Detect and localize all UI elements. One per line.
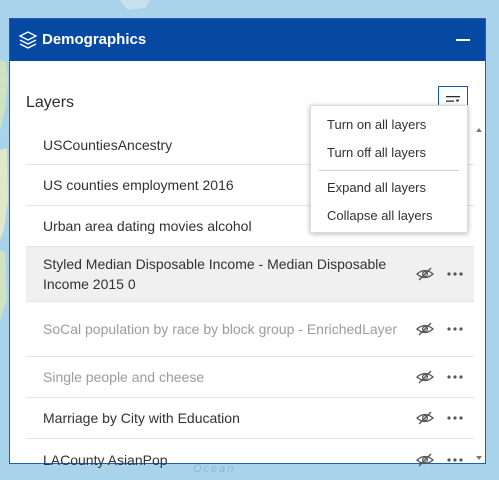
eye-off-icon[interactable] (416, 410, 434, 426)
layer-row-tools (416, 266, 466, 282)
menu-item-turn-off-all[interactable]: Turn off all layers (327, 145, 426, 161)
more-options-icon[interactable] (446, 415, 464, 421)
panel-header[interactable]: Demographics (10, 19, 485, 61)
menu-item-expand-all[interactable]: Expand all layers (327, 180, 426, 196)
layer-row[interactable]: LACounty AsianPop (26, 439, 474, 480)
layer-row[interactable]: SoCal population by race by block group … (26, 302, 474, 357)
scroll-up-arrow-icon[interactable] (476, 128, 482, 132)
layer-label: Marriage by City with Education (43, 410, 240, 426)
layer-label: US counties employment 2016 (43, 177, 234, 193)
layer-row[interactable]: Single people and cheese (26, 357, 474, 398)
layer-label: Styled Median Disposable Income - Median… (43, 256, 387, 292)
layer-options-menu: Turn on all layers Turn off all layers E… (310, 105, 468, 233)
scroll-down-arrow-icon[interactable] (476, 456, 482, 460)
layers-heading: Layers (26, 94, 75, 111)
more-options-icon[interactable] (446, 271, 464, 277)
more-options-icon[interactable] (446, 457, 464, 463)
menu-item-collapse-all[interactable]: Collapse all layers (327, 208, 433, 224)
minimize-icon[interactable] (456, 39, 470, 41)
layer-label: Single people and cheese (43, 369, 205, 385)
layer-label: Urban area dating movies alcohol (43, 218, 252, 234)
layer-row[interactable]: Marriage by City with Education (26, 398, 474, 439)
more-options-icon[interactable] (446, 326, 464, 332)
layer-row-tools (416, 410, 466, 426)
layers-icon (18, 31, 38, 49)
layer-row-tools (416, 369, 466, 385)
eye-off-icon[interactable] (416, 321, 434, 337)
eye-off-icon[interactable] (416, 266, 434, 282)
menu-item-turn-on-all[interactable]: Turn on all layers (327, 117, 426, 133)
layer-label: USCountiesAncestry (43, 136, 173, 153)
panel-title: Demographics (42, 31, 147, 48)
layer-label: LACounty AsianPop (43, 451, 168, 468)
layer-row-tools (416, 452, 466, 468)
demographics-panel: Demographics Layers USCountiesAncestry U… (9, 18, 486, 468)
layer-row-tools (416, 321, 466, 337)
eye-off-icon[interactable] (416, 369, 434, 385)
more-options-icon[interactable] (446, 374, 464, 380)
scrollbar[interactable] (474, 125, 484, 463)
menu-divider (319, 170, 459, 171)
eye-off-icon[interactable] (416, 452, 434, 468)
layer-label: SoCal population by race by block group … (43, 321, 398, 337)
layer-row[interactable]: Styled Median Disposable Income - Median… (26, 247, 474, 302)
